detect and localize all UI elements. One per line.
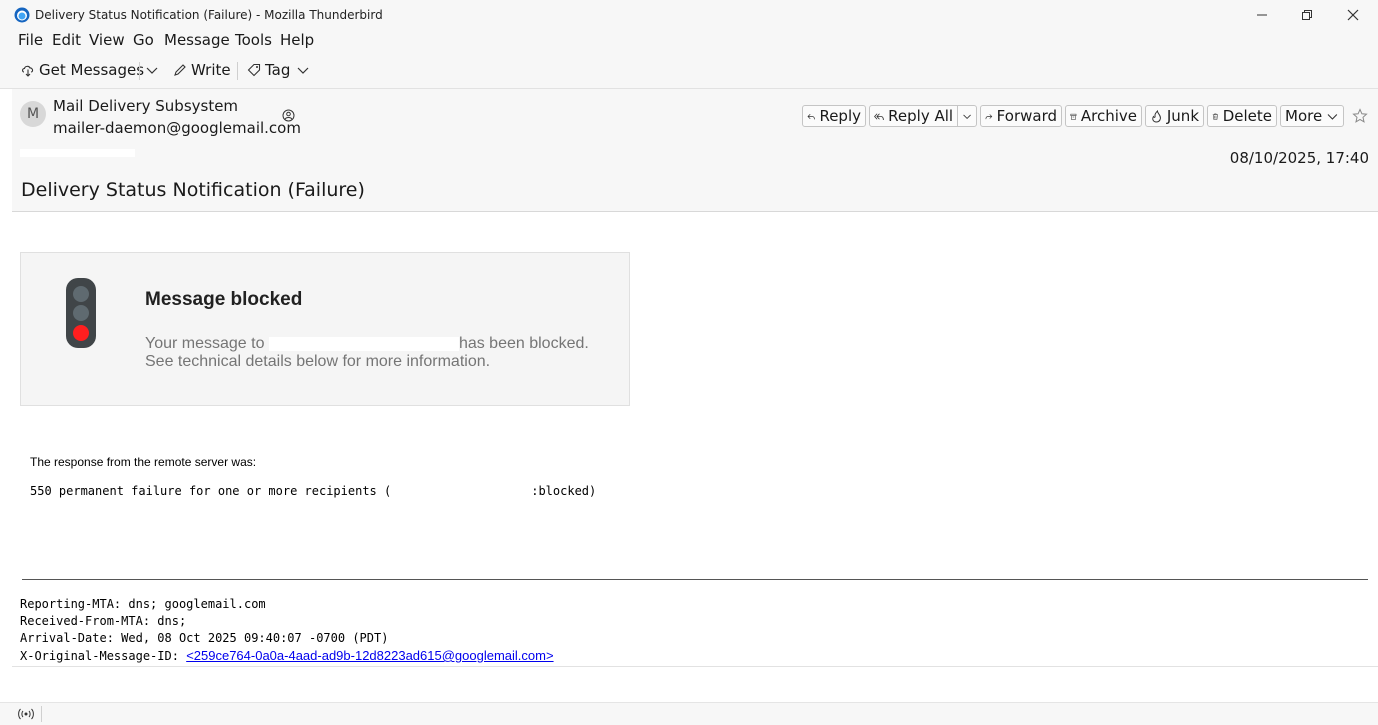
reply-all-icon [874, 112, 884, 120]
reply-all-label: Reply All [888, 107, 954, 125]
menu-tools[interactable]: Tools [235, 31, 272, 49]
message-header: M Mail Delivery Subsystem mailer-daemon@… [12, 89, 1378, 212]
message-subject: Delivery Status Notification (Failure) [21, 179, 365, 201]
get-messages-label: Get Messages [39, 61, 145, 79]
status-bar [0, 702, 1378, 725]
received-from-mta: Received-From-MTA: dns; [20, 614, 304, 628]
chevron-down-icon [146, 67, 158, 74]
status-separator [41, 706, 42, 722]
traffic-light-red [73, 325, 89, 341]
original-message-id-row: X-Original-Message-ID: <259ce764-0a0a-4a… [20, 648, 554, 663]
sender-name[interactable]: Mail Delivery Subsystem [53, 97, 238, 115]
add-contact-icon[interactable] [282, 109, 295, 122]
message-blocked-card: Message blocked Your message to has been… [20, 252, 630, 406]
restore-button[interactable] [1284, 0, 1330, 30]
menu-help[interactable]: Help [280, 31, 314, 49]
menu-view[interactable]: View [89, 31, 125, 49]
delete-label: Delete [1222, 107, 1272, 125]
card-title: Message blocked [145, 289, 303, 310]
reply-label: Reply [819, 107, 861, 125]
reply-button[interactable]: Reply [802, 105, 866, 127]
write-label: Write [191, 61, 231, 79]
junk-button[interactable]: Junk [1145, 105, 1204, 127]
online-status-icon[interactable] [17, 707, 35, 721]
redacted-host [193, 616, 304, 627]
card-line1-prefix: Your message to [145, 335, 265, 352]
write-button[interactable]: Write [173, 59, 231, 81]
divider [22, 579, 1368, 580]
get-messages-dropdown[interactable] [145, 59, 163, 81]
sender-email[interactable]: mailer-daemon@googlemail.com [53, 119, 301, 137]
original-message-id-label: X-Original-Message-ID: [20, 649, 179, 663]
archive-icon [1070, 113, 1077, 120]
traffic-light-icon [66, 278, 96, 348]
reply-icon [807, 113, 815, 119]
get-messages-button[interactable]: Get Messages [21, 59, 144, 81]
more-label: More [1285, 107, 1323, 125]
menu-edit[interactable]: Edit [52, 31, 81, 49]
arrival-date: Arrival-Date: Wed, 08 Oct 2025 09:40:07 … [20, 631, 389, 645]
chevron-down-icon [297, 67, 309, 74]
body-bottom-border [12, 666, 1378, 667]
card-text: Your message to has been blocked. See te… [145, 335, 589, 371]
delete-button[interactable]: Delete [1207, 105, 1277, 127]
forward-button[interactable]: Forward [980, 105, 1062, 127]
chevron-down-icon[interactable] [962, 110, 972, 123]
menu-go[interactable]: Go [133, 31, 154, 49]
redacted-address [268, 336, 459, 351]
archive-button[interactable]: Archive [1065, 105, 1142, 127]
card-line2: See technical details below for more inf… [145, 353, 491, 370]
traffic-light-off [73, 286, 89, 302]
close-icon [1347, 9, 1359, 21]
menu-message[interactable]: Message [164, 31, 230, 49]
response-prefix: 550 permanent failure for one or more re… [30, 484, 392, 498]
card-line1-suffix: has been blocked. [458, 335, 589, 352]
minimize-button[interactable] [1239, 0, 1285, 30]
window-title: Delivery Status Notification (Failure) -… [35, 8, 383, 22]
traffic-light-off [73, 305, 89, 321]
forward-label: Forward [996, 107, 1057, 125]
tag-button[interactable]: Tag [247, 59, 310, 81]
title-bar: Delivery Status Notification (Failure) -… [0, 0, 1378, 30]
download-cloud-icon [22, 65, 34, 77]
tag-icon [247, 63, 261, 77]
received-from-mta-label: Received-From-MTA: dns; [20, 614, 187, 628]
main-toolbar: Get Messages Write Tag [0, 52, 1378, 89]
menu-bar: File Edit View Go Message Tools Help [0, 30, 1378, 52]
junk-label: Junk [1166, 107, 1199, 125]
chevron-down-icon [1327, 113, 1338, 120]
redacted-recipient [20, 149, 135, 157]
original-message-id-link[interactable]: <259ce764-0a0a-4aad-ad9b-12d8223ad615@go… [186, 648, 553, 663]
tag-label: Tag [265, 61, 291, 79]
reporting-mta: Reporting-MTA: dns; googlemail.com [20, 597, 266, 611]
close-button[interactable] [1330, 0, 1376, 30]
more-button[interactable]: More [1280, 105, 1344, 127]
pencil-icon [174, 64, 186, 76]
toolbar-separator [139, 62, 140, 80]
menu-file[interactable]: File [18, 31, 43, 49]
redacted-recipient [391, 486, 532, 497]
restore-icon [1302, 10, 1312, 20]
response-text: 550 permanent failure for one or more re… [30, 484, 596, 498]
star-icon[interactable] [1352, 108, 1368, 124]
thunderbird-icon [14, 7, 30, 23]
response-label: The response from the remote server was: [30, 455, 257, 469]
message-date: 08/10/2025, 17:40 [1229, 149, 1369, 167]
archive-label: Archive [1080, 107, 1137, 125]
trash-icon [1212, 113, 1218, 120]
avatar: M [20, 101, 46, 127]
reply-all-button[interactable]: Reply All [869, 105, 977, 127]
toolbar-separator [237, 62, 238, 80]
minimize-icon [1257, 14, 1267, 16]
flame-icon [1152, 109, 1161, 122]
forward-icon [985, 113, 993, 119]
split-separator [957, 106, 958, 126]
response-suffix: :blocked) [531, 484, 597, 498]
